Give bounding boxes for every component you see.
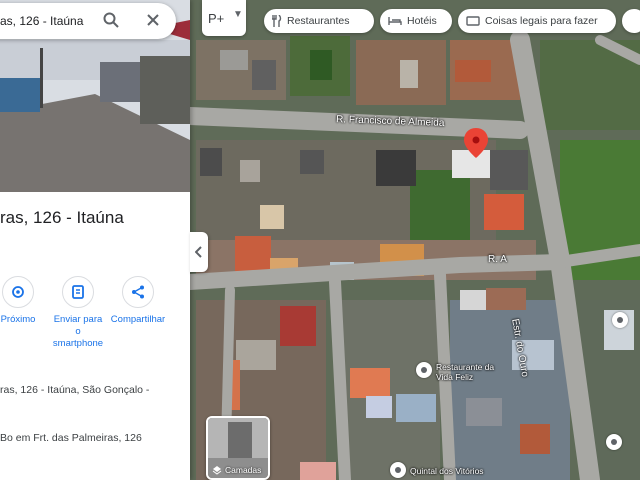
chevron-left-icon [195,246,202,258]
nearby-icon [12,286,24,298]
layer-toggle-button[interactable]: P+ ▼ [202,0,246,36]
poi-label[interactable]: Quintal dos Vitórios [410,466,484,476]
layers-button[interactable]: Camadas [206,416,270,480]
send-to-phone-button[interactable]: Enviar para o smartphone [50,276,106,350]
nearby-button[interactable]: Próximo [0,276,46,326]
street-label: R. A [488,254,507,265]
chip-hotels[interactable]: Hotéis [380,9,452,33]
chip-label: Coisas legais para fazer [485,15,598,27]
poi-label[interactable]: Restaurante da Vida Feliz [436,362,508,382]
nearby-label: Próximo [0,314,36,325]
poi-marker-icon[interactable] [390,462,406,478]
share-label: Compartilhar [110,314,166,325]
plus-code-line: Bo em Frt. das Palmeiras, 126 [0,432,142,444]
chevron-down-icon: ▼ [233,9,243,20]
search-icon[interactable] [102,11,120,29]
poi-marker-icon[interactable] [612,312,628,328]
collapse-panel-button[interactable] [190,232,208,272]
bed-icon [388,17,402,25]
search-box[interactable]: as, 126 - Itaúna [0,3,176,39]
search-input[interactable]: as, 126 - Itaúna [0,14,83,28]
send-to-phone-label: Enviar para o smartphone [52,314,104,349]
address-line: ras, 126 - Itaúna, São Gonçalo - [0,384,150,396]
poi-marker-icon[interactable] [606,434,622,450]
chip-label: Restaurantes [287,15,350,27]
share-icon [132,285,144,299]
layer-toggle-label: P+ [208,11,225,26]
chip-label: Hotéis [407,15,437,27]
close-icon[interactable] [144,11,162,29]
place-title: ras, 126 - Itaúna [0,208,124,227]
layers-icon [212,466,222,475]
layers-label: Camadas [225,465,262,475]
chip-restaurants[interactable]: Restaurantes [264,9,374,33]
more-chips-button[interactable] [622,9,640,33]
chip-things-to-do[interactable]: Coisas legais para fazer [458,9,616,33]
fork-knife-icon [272,15,282,27]
poi-marker-icon[interactable] [416,362,432,378]
share-button[interactable]: Compartilhar [110,276,166,326]
send-to-phone-icon [72,285,84,299]
ticket-icon [466,16,480,26]
place-panel: as, 126 - Itaúna ras, 126 - Itaúna Próxi… [0,0,190,480]
